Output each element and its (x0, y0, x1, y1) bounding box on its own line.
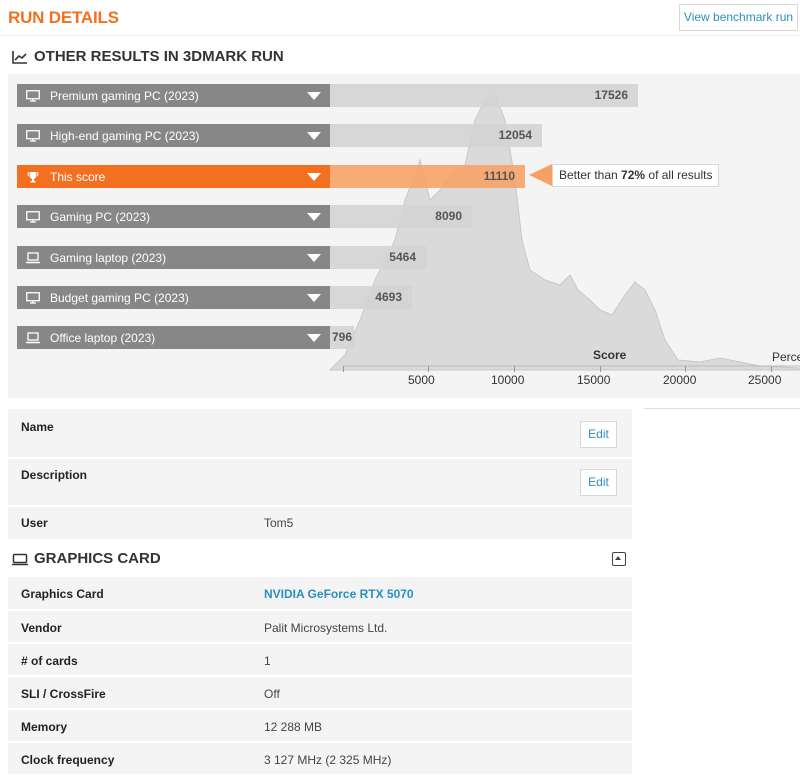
graphics-card-key: Memory (21, 720, 68, 734)
detail-row-user: User Tom5 (8, 507, 632, 540)
desktop-icon (26, 291, 40, 304)
graphics-card-row: Memory 12 288 MB (8, 710, 632, 742)
detail-key: Name (21, 420, 54, 434)
axis-tick (771, 366, 772, 372)
laptop-icon (26, 331, 40, 344)
score-bar: 11110 (330, 165, 525, 188)
score-bar: 5464 (330, 246, 426, 269)
edit-name-button[interactable]: Edit (580, 421, 617, 448)
dropdown-arrow-icon[interactable] (307, 293, 321, 302)
graphics-card-row: Graphics Card NVIDIA GeForce RTX 5070 (8, 577, 632, 610)
desktop-icon (26, 89, 40, 102)
desktop-icon (26, 129, 40, 142)
score-bar: 17526 (330, 84, 638, 107)
axis-tick-label: 5000 (408, 373, 435, 387)
result-row[interactable]: This score (17, 165, 330, 188)
result-row-label: Budget gaming PC (2023) (50, 290, 189, 305)
side-divider (644, 408, 800, 409)
user-value: Tom5 (264, 516, 294, 530)
detail-key: User (21, 516, 48, 530)
graphics-card-key: Graphics Card (21, 587, 104, 601)
dropdown-arrow-icon[interactable] (307, 91, 321, 100)
score-bar: 12054 (330, 124, 542, 147)
axis-tick-label: 10000 (491, 373, 525, 387)
graphics-card-link[interactable]: NVIDIA GeForce RTX 5070 (264, 587, 414, 601)
result-row-label: Gaming laptop (2023) (50, 250, 167, 265)
score-bar: 8090 (330, 205, 472, 228)
axis-tick-label: 20000 (663, 373, 697, 387)
graphics-card-key: Vendor (21, 621, 62, 635)
desktop-icon (26, 210, 40, 223)
graphics-card-value: 3 127 MHz (2 325 MHz) (264, 753, 392, 767)
result-row[interactable]: Gaming PC (2023) (17, 205, 330, 228)
graphics-card-value: Off (264, 687, 280, 701)
callout-suffix: of all results (645, 168, 713, 182)
result-row[interactable]: Office laptop (2023) (17, 326, 330, 349)
collapse-section-button[interactable] (612, 552, 626, 566)
dropdown-arrow-icon[interactable] (307, 333, 321, 342)
result-row-label: Gaming PC (2023) (50, 209, 151, 224)
score-bar: 796 (330, 326, 354, 349)
detail-row-name: Name Edit (8, 409, 632, 458)
graphics-card-value: 1 (264, 654, 271, 668)
callout-pointer (529, 164, 552, 186)
graphics-card-key: SLI / CrossFire (21, 687, 106, 701)
trophy-icon (26, 171, 40, 183)
axis-tick (343, 366, 344, 372)
dropdown-arrow-icon[interactable] (307, 172, 321, 181)
dropdown-arrow-icon[interactable] (307, 131, 321, 140)
axis-tick-label: 15000 (577, 373, 611, 387)
result-row-label: This score (50, 169, 106, 184)
result-row-label: High-end gaming PC (2023) (50, 128, 200, 143)
graphics-card-row: Clock frequency 3 127 MHz (2 325 MHz) (8, 743, 632, 775)
graphics-card-row: SLI / CrossFire Off (8, 677, 632, 709)
result-row[interactable]: Budget gaming PC (2023) (17, 286, 330, 309)
axis-tick (600, 366, 601, 372)
graphics-card-title: GRAPHICS CARD (34, 550, 161, 567)
axis-title: Score (593, 348, 627, 362)
laptop-icon (26, 251, 40, 264)
graphics-card-row: # of cards 1 (8, 644, 632, 676)
result-row[interactable]: High-end gaming PC (2023) (17, 124, 330, 147)
graphics-card-heading: GRAPHICS CARD (12, 550, 161, 567)
monitor-icon (12, 552, 28, 566)
graphics-card-key: # of cards (21, 654, 78, 668)
graphics-card-value: 12 288 MB (264, 720, 323, 734)
detail-row-description: Description Edit (8, 459, 632, 506)
result-row[interactable]: Gaming laptop (2023) (17, 246, 330, 269)
graphics-card-key: Clock frequency (21, 753, 115, 767)
dropdown-arrow-icon[interactable] (307, 253, 321, 262)
callout-percent: 72% (621, 168, 646, 182)
graphics-card-value: Palit Microsystems Ltd. (264, 621, 388, 635)
axis-tick (685, 366, 686, 372)
dropdown-arrow-icon[interactable] (307, 212, 321, 221)
result-row-label: Office laptop (2023) (50, 330, 156, 345)
axis-tick (428, 366, 429, 372)
result-row[interactable]: Premium gaming PC (2023) (17, 84, 330, 107)
graphics-card-row: Vendor Palit Microsystems Ltd. (8, 611, 632, 643)
callout-prefix: Better than (559, 168, 622, 182)
axis-tick-label: 25000 (748, 373, 782, 387)
axis-right-label: Perce (772, 350, 800, 364)
result-row-label: Premium gaming PC (2023) (50, 88, 199, 103)
edit-description-button[interactable]: Edit (580, 469, 617, 496)
score-bar: 4693 (330, 286, 412, 309)
axis-tick (514, 366, 515, 372)
percentile-callout: Better than 72% of all results (552, 164, 720, 187)
detail-key: Description (21, 468, 88, 482)
